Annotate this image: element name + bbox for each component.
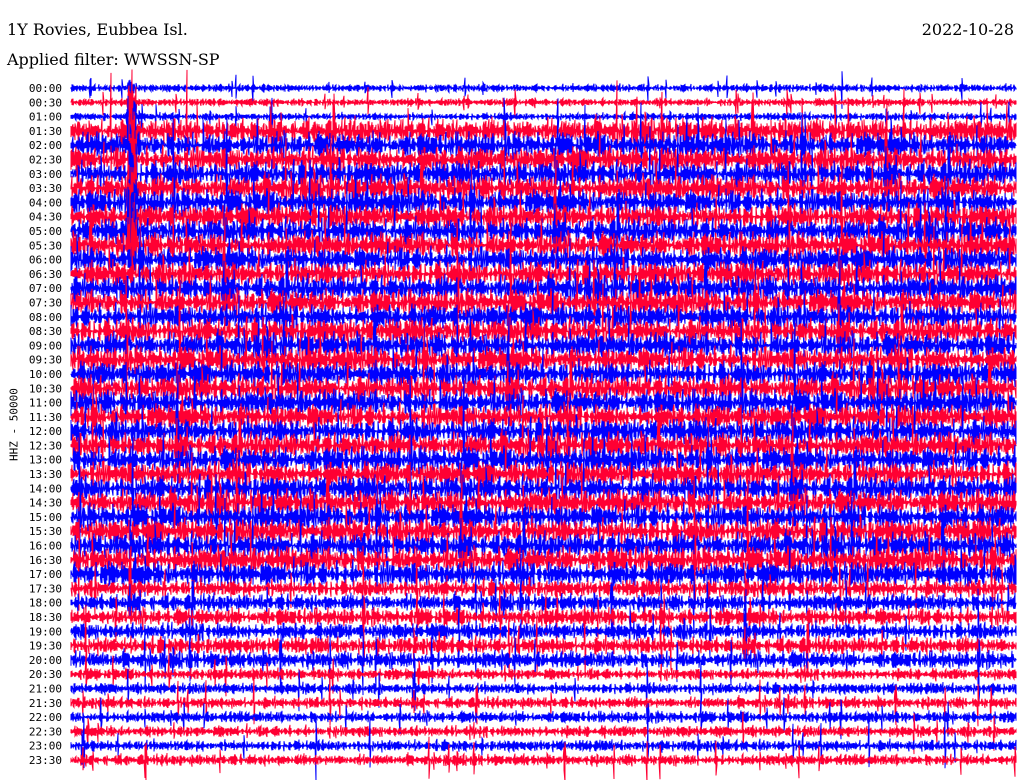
row-time-label: 16:00 <box>29 540 62 553</box>
helicorder-plot: 00:0000:30 01:0001:3002:0002:30 03:0003:30… <box>29 69 1017 780</box>
row-time-label: 18:30 <box>29 611 62 624</box>
row-time-label: 23:30 <box>29 754 62 767</box>
row-time-label: 01:00 <box>29 111 62 124</box>
row-time-label: 09:00 <box>29 339 62 352</box>
row-time-label: 04:30 <box>29 211 62 224</box>
row-time-label: 01:30 <box>29 125 62 138</box>
row-time-label: 13:00 <box>29 454 62 467</box>
row-time-label: 10:30 <box>29 382 62 395</box>
row-time-label: 05:00 <box>29 225 62 238</box>
trace-row-2300 <box>70 717 1017 780</box>
row-time-label: 20:30 <box>29 668 62 681</box>
row-time-label: 20:00 <box>29 654 62 667</box>
row-time-label: 02:30 <box>29 153 62 166</box>
row-time-label: 14:30 <box>29 497 62 510</box>
row-time-label: 07:00 <box>29 282 62 295</box>
row-time-label: 22:30 <box>29 725 62 738</box>
row-time-label: 15:00 <box>29 511 62 524</box>
row-time-label: 16:30 <box>29 554 62 567</box>
row-time-label: 21:00 <box>29 683 62 696</box>
row-time-label: 18:00 <box>29 597 62 610</box>
row-time-label: 08:00 <box>29 311 62 324</box>
row-time-label: 19:00 <box>29 625 62 638</box>
row-time-label: 15:30 <box>29 525 62 538</box>
row-time-label: 19:30 <box>29 640 62 653</box>
row-time-label: 02:00 <box>29 139 62 152</box>
row-time-label: 12:30 <box>29 439 62 452</box>
trace-row-2000 <box>70 624 1017 696</box>
row-time-label: 00:00 <box>29 82 62 95</box>
row-time-label: 11:00 <box>29 397 62 410</box>
row-time-label: 11:30 <box>29 411 62 424</box>
row-time-label: 13:30 <box>29 468 62 481</box>
row-time-label: 08:30 <box>29 325 62 338</box>
row-time-label: 22:00 <box>29 711 62 724</box>
row-time-label: 21:30 <box>29 697 62 710</box>
row-time-label: 06:30 <box>29 268 62 281</box>
row-time-label: 05:30 <box>29 239 62 252</box>
row-time-label: 04:00 <box>29 196 62 209</box>
row-time-label: 10:00 <box>29 368 62 381</box>
row-time-label: 06:00 <box>29 254 62 267</box>
row-time-label: 17:30 <box>29 582 62 595</box>
row-time-label: 07:30 <box>29 296 62 309</box>
row-time-label: 09:30 <box>29 354 62 367</box>
row-time-label: 14:00 <box>29 482 62 495</box>
trace-row-1800 <box>70 567 1017 638</box>
row-time-label: 03:30 <box>29 182 62 195</box>
row-time-label: 23:00 <box>29 740 62 753</box>
row-time-label: 12:00 <box>29 425 62 438</box>
row-time-label: 17:00 <box>29 568 62 581</box>
row-time-label: 03:00 <box>29 168 62 181</box>
row-time-label: 00:30 <box>29 96 62 109</box>
